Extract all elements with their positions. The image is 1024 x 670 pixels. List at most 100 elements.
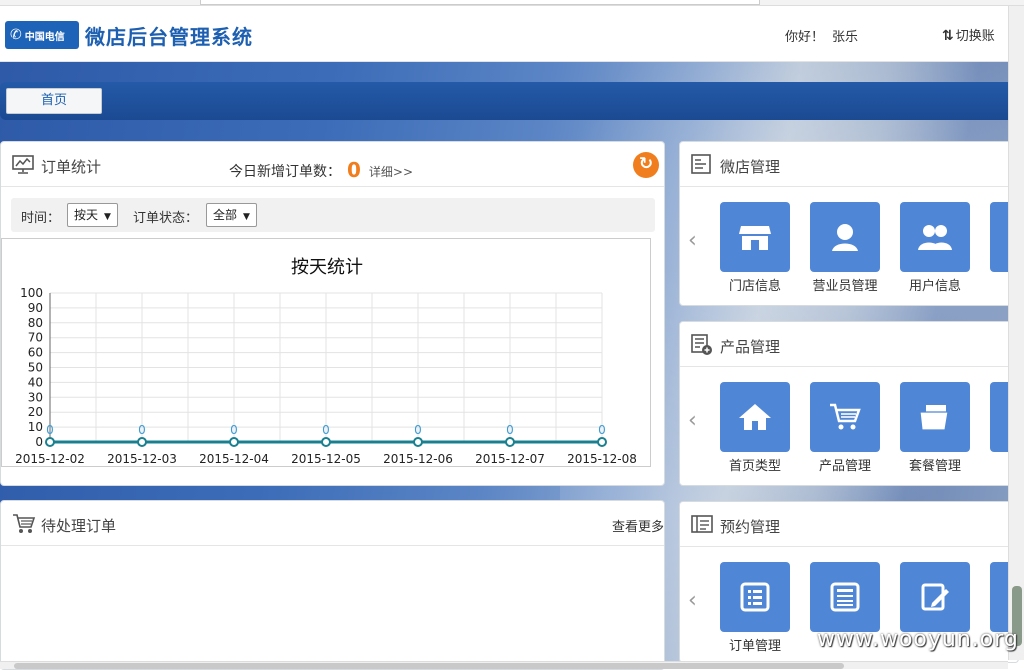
tile-order-management[interactable]: 订单管理 — [720, 562, 790, 654]
horizontal-scrollbar-thumb[interactable] — [14, 663, 844, 669]
app-title: 微店后台管理系统 — [85, 25, 253, 49]
cart-icon — [12, 513, 36, 533]
edit-icon — [900, 562, 970, 632]
table-icon — [810, 562, 880, 632]
tile-label: 营业员管理 — [812, 279, 878, 294]
data-point — [229, 437, 239, 447]
switch-arrows-icon: ⇅ — [942, 28, 954, 44]
status-filter-label: 订单状态： — [133, 211, 199, 226]
x-tick-label: 2015-12-02 — [15, 452, 85, 466]
today-orders-label: 今日新增订单数： — [229, 164, 341, 180]
users-icon — [900, 202, 970, 272]
data-point — [413, 437, 423, 447]
today-orders: 今日新增订单数： 0 详细>> — [229, 157, 413, 182]
refresh-button[interactable]: ↻ — [633, 152, 659, 178]
user-name: 张乐 — [832, 30, 859, 45]
greeting-text: 你好！ — [785, 30, 825, 45]
doc-list-icon — [691, 154, 713, 174]
data-point — [321, 437, 331, 447]
shop-tiles: ‹ 门店信息 营业员管理 用户信息 推 — [680, 188, 1018, 305]
chart-monitor-icon — [12, 154, 34, 174]
y-tick-label: 30 — [28, 390, 43, 404]
y-tick-label: 90 — [28, 301, 43, 315]
data-point — [597, 437, 607, 447]
today-orders-count: 0 — [347, 158, 361, 182]
prev-arrow-icon[interactable]: ‹ — [688, 228, 697, 253]
chart-plot: 01020304050607080901002015-12-02 2015-12-… — [15, 286, 637, 466]
y-tick-label: 0 — [35, 435, 43, 449]
list-icon — [720, 562, 790, 632]
pending-orders-header: 待处理订单 查看更多 — [1, 501, 664, 546]
view-more-link[interactable]: 查看更多 — [612, 516, 664, 535]
refresh-icon: ↻ — [638, 154, 654, 174]
prev-arrow-icon[interactable]: ‹ — [688, 588, 697, 613]
tile-label: 产品管理 — [818, 459, 871, 474]
order-stats-header: 订单统计 今日新增订单数： 0 详细>> ↻ — [1, 142, 664, 187]
vertical-scrollbar[interactable] — [1008, 6, 1024, 660]
nav-home-tab[interactable]: 首页 — [6, 88, 102, 114]
product-tiles: ‹ 首页类型 产品管理 套餐管理 号 — [680, 368, 1018, 485]
book-icon — [691, 514, 713, 534]
y-tick-label: 80 — [28, 316, 43, 330]
horizontal-scrollbar[interactable] — [0, 661, 1008, 669]
tile-label: 用户信息 — [908, 279, 961, 294]
tile-label: 套餐管理 — [908, 459, 961, 474]
status-filter-value: 全部 — [213, 208, 238, 222]
dropdown-arrow-icon: ▼ — [243, 212, 250, 222]
address-bar-edge — [200, 0, 760, 5]
x-tick-label: 2015-12-05 — [291, 452, 361, 466]
x-tick-label: 2015-12-04 — [199, 452, 269, 466]
status-filter-select[interactable]: 全部 ▼ — [206, 203, 257, 227]
tile-booking-table[interactable] — [810, 562, 880, 635]
booking-management-header: 预约管理 — [680, 502, 1018, 547]
y-tick-label: 70 — [28, 331, 43, 345]
data-label: 0 — [598, 423, 606, 437]
data-label: 0 — [506, 423, 514, 437]
y-tick-label: 100 — [20, 286, 43, 300]
tile-homepage-type[interactable]: 首页类型 — [720, 382, 790, 474]
data-point — [45, 437, 55, 447]
data-label: 0 — [230, 423, 238, 437]
tile-label: 订单管理 — [728, 639, 781, 654]
telecom-logo-icon: ✆ — [10, 27, 22, 43]
tile-booking-edit[interactable] — [900, 562, 970, 635]
data-label: 0 — [138, 423, 146, 437]
tile-user-info[interactable]: 用户信息 — [900, 202, 970, 294]
tile-package-management[interactable]: 套餐管理 — [900, 382, 970, 474]
shop-management-panel: 微店管理 ‹ 门店信息 营业员管理 用户信息 推 — [679, 141, 1019, 306]
pending-orders-panel: 待处理订单 查看更多 — [0, 500, 665, 670]
product-management-title: 产品管理 — [720, 338, 781, 356]
x-tick-label: 2015-12-07 — [475, 452, 545, 466]
dropdown-arrow-icon: ▼ — [104, 212, 111, 222]
order-filter-bar: 时间： 按天 ▼ 订单状态： 全部 ▼ — [11, 198, 655, 232]
y-tick-label: 60 — [28, 346, 43, 360]
time-filter-select[interactable]: 按天 ▼ — [67, 203, 118, 227]
user-greeting: 你好！ 张乐 — [785, 26, 858, 45]
y-tick-label: 20 — [28, 405, 43, 419]
person-icon — [810, 202, 880, 272]
tile-staff-management[interactable]: 营业员管理 — [810, 202, 880, 294]
data-point — [137, 437, 147, 447]
data-label: 0 — [414, 423, 422, 437]
pending-orders-title: 待处理订单 — [41, 517, 117, 535]
time-filter-label: 时间： — [21, 211, 61, 226]
home-icon — [720, 382, 790, 452]
order-stats-title: 订单统计 — [41, 158, 102, 176]
folder-icon — [900, 382, 970, 452]
tile-label: 首页类型 — [728, 459, 781, 474]
time-filter-value: 按天 — [74, 208, 99, 222]
tile-store-info[interactable]: 门店信息 — [720, 202, 790, 294]
product-management-header: 产品管理 — [680, 322, 1018, 367]
order-stats-panel: 订单统计 今日新增订单数： 0 详细>> ↻ 时间： 按天 ▼ 订单状态： 全部 ▼ 按… — [0, 141, 665, 486]
detail-link[interactable]: 详细>> — [369, 165, 413, 179]
x-tick-label: 2015-12-03 — [107, 452, 177, 466]
prev-arrow-icon[interactable]: ‹ — [688, 408, 697, 433]
switch-account-button[interactable]: ⇅ 切换账 — [942, 25, 995, 44]
main-nav: 首页 — [0, 82, 1008, 120]
tile-product-management[interactable]: 产品管理 — [810, 382, 880, 474]
data-label: 0 — [322, 423, 330, 437]
orders-chart: 按天统计 0 10 20 30 40 50 60 70 80 90 100 2015-12-02 201… — [1, 238, 651, 467]
product-management-panel: 产品管理 ‹ 首页类型 产品管理 套餐管理 号 — [679, 321, 1019, 486]
switch-account-label: 切换账 — [955, 29, 995, 44]
tile-label: 门店信息 — [728, 279, 781, 294]
